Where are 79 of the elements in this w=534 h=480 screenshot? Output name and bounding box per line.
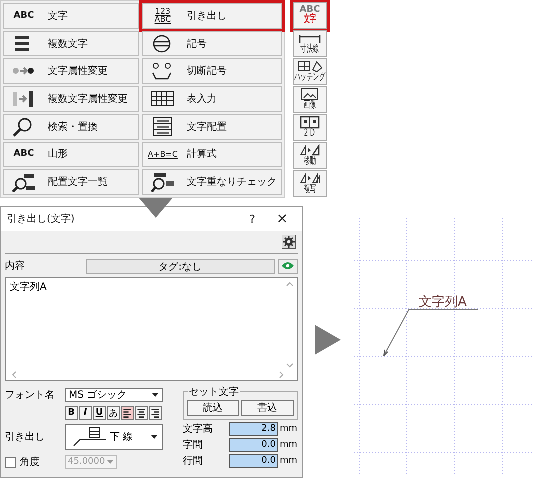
- table-icon: [151, 89, 175, 110]
- leader-label: 引き出し: [5, 430, 46, 444]
- toolbar-label: 複写: [304, 185, 316, 195]
- menu-button[interactable]: 文字配置: [142, 114, 282, 140]
- toolbar-button[interactable]: 画像: [293, 86, 327, 113]
- set-text-button[interactable]: 読込: [187, 400, 240, 416]
- arrow-icon: [12, 89, 36, 110]
- font-dropdown[interactable]: MS ゴシック: [65, 388, 163, 402]
- caret-icon: [152, 393, 159, 397]
- down-arrow-icon: [139, 198, 173, 218]
- menu-button[interactable]: 配置文字一覧: [3, 169, 139, 196]
- text-icon: ABC: [14, 12, 34, 20]
- caret-icon: [151, 435, 158, 439]
- metric-label: 行間: [183, 455, 204, 468]
- toolbar-label: 寸法線: [300, 45, 320, 55]
- text-value: 文字列A: [10, 280, 47, 294]
- table-icon: [151, 116, 175, 137]
- menu-button[interactable]: ABC 文字: [3, 3, 139, 29]
- input-field[interactable]: 0.0: [229, 438, 278, 452]
- menu-button[interactable]: 文字属性変更: [3, 58, 139, 84]
- toolbar-button[interactable]: 複写: [293, 170, 327, 197]
- dimension-icon: [297, 32, 323, 45]
- metric-label: 字間: [183, 438, 204, 452]
- align-button[interactable]: [149, 406, 162, 420]
- input-field[interactable]: 2.8: [229, 422, 278, 436]
- unit-label: mm: [280, 440, 298, 450]
- toolbar-label: 文字: [304, 15, 316, 25]
- right-arrow-icon: [315, 325, 342, 355]
- search-icon: [151, 172, 175, 192]
- menu-button[interactable]: 複数文字属性変更: [3, 86, 139, 112]
- settings-icon[interactable]: [282, 235, 296, 249]
- input-field[interactable]: 0.0: [229, 454, 278, 468]
- unit-label: mm: [280, 424, 298, 434]
- toolbar-button[interactable]: ハッチング: [293, 58, 327, 85]
- menu-button[interactable]: 切断記号: [142, 58, 282, 84]
- toolbar-label: ハッチング: [294, 73, 326, 83]
- menu-button[interactable]: A+B=C 計算式: [142, 142, 282, 168]
- group-title: セット文字: [188, 385, 240, 399]
- style-button[interactable]: B: [65, 406, 78, 420]
- close-button[interactable]: ×: [268, 208, 298, 230]
- eye-icon: [280, 262, 295, 270]
- toolbar-label: 画像: [304, 101, 316, 111]
- toolbar-button[interactable]: 2 D: [293, 114, 327, 141]
- align-button[interactable]: [135, 406, 148, 420]
- canvas-text: 文字列A: [419, 295, 467, 310]
- tag-button[interactable]: タグ:なし: [86, 258, 275, 274]
- text-icon: 123 ABC: [154, 8, 172, 24]
- visibility-button[interactable]: [278, 258, 298, 274]
- unit-label: mm: [280, 456, 298, 466]
- menu-button[interactable]: 記号: [142, 30, 282, 56]
- search-icon: [12, 172, 36, 192]
- style-button[interactable]: U: [93, 406, 106, 420]
- menu-button[interactable]: 検索・置換: [3, 114, 139, 140]
- hatch-icon: [297, 60, 323, 73]
- toolbar-button[interactable]: 移動: [293, 142, 327, 169]
- font-label: フォント名: [5, 389, 56, 402]
- align-button[interactable]: [121, 406, 134, 420]
- toolbar-button[interactable]: ABC 文字: [293, 2, 327, 29]
- style-button[interactable]: I: [79, 406, 92, 420]
- menu-button[interactable]: 123 ABC 引き出し: [142, 3, 282, 29]
- text-icon: A+B=C: [148, 150, 178, 158]
- caret-icon: [107, 460, 114, 464]
- window-title: 引き出し(文字): [7, 212, 76, 226]
- toolbar-label: 移動: [304, 157, 316, 167]
- help-button[interactable]: ?: [238, 208, 268, 230]
- metric-label: 文字高: [183, 422, 214, 436]
- text-area[interactable]: 文字列A: [5, 277, 298, 381]
- menu-button[interactable]: ABC 山形: [3, 142, 139, 168]
- content-label: 内容: [5, 260, 26, 273]
- menu-button[interactable]: 表入力: [142, 86, 282, 112]
- leader-dropdown[interactable]: 下 線: [65, 424, 163, 450]
- toolbar-button[interactable]: 寸法線: [293, 30, 327, 57]
- text-icon: ABC: [14, 150, 34, 159]
- style-button[interactable]: あ: [107, 406, 120, 420]
- menu-button[interactable]: 文字重なりチェック: [142, 169, 282, 196]
- set-text-button[interactable]: 書込: [241, 400, 294, 416]
- menu-button[interactable]: 複数文字: [3, 30, 139, 56]
- text-icon: ABC: [300, 6, 320, 15]
- toolbar-label: 2 D: [304, 129, 316, 139]
